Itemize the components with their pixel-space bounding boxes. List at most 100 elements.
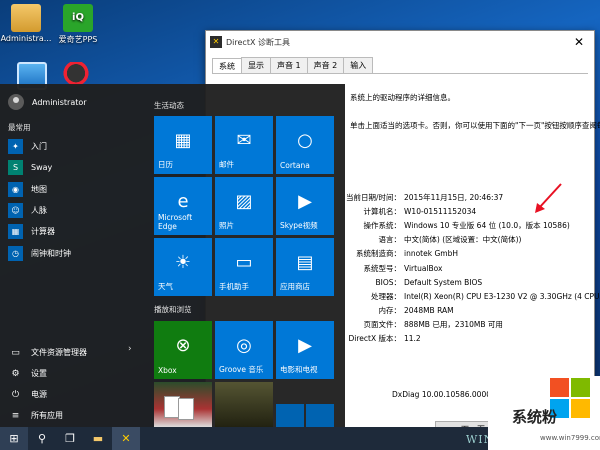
tile-store[interactable]: ▤ 应用商店 bbox=[276, 238, 334, 296]
tab-sound-2[interactable]: 声音 2 bbox=[306, 57, 345, 73]
alarm-icon: ◷ bbox=[8, 245, 23, 261]
photos-icon: ▨ bbox=[235, 191, 253, 212]
tab-system[interactable]: 系统 bbox=[212, 58, 242, 74]
user-name: Administrator bbox=[32, 97, 87, 107]
tile-skype-video[interactable]: ▶ Skype视频 bbox=[276, 177, 334, 235]
light-bulb-icon: ✦ bbox=[8, 139, 23, 155]
directx-taskbar-icon[interactable]: ✕ bbox=[112, 427, 140, 450]
app-item-alarms[interactable]: ◷ 闹钟和时钟 bbox=[8, 242, 71, 263]
dxdiag-tabs: 系统 显示 声音 1 声音 2 输入 bbox=[206, 57, 594, 74]
tile-photos[interactable]: ▨ 照片 bbox=[215, 177, 273, 235]
tab-input[interactable]: 输入 bbox=[343, 57, 374, 73]
mail-icon: ✉ bbox=[236, 130, 252, 151]
people-icon: ☺ bbox=[8, 203, 23, 219]
tile-small-2[interactable] bbox=[306, 404, 334, 427]
info-value: 888MB 已用，2310MB 可用 bbox=[404, 320, 503, 330]
tile-label: Microsoft Edge bbox=[158, 213, 193, 231]
sway-icon: S bbox=[8, 160, 23, 176]
intro-line-2: 单击上面适当的选项卡。否则，你可以使用下面的"下一页"按钮按顺序查阅每一页。 bbox=[350, 121, 600, 130]
tile-weather[interactable]: ☀ 天气 bbox=[154, 238, 212, 296]
app-label: 计算器 bbox=[31, 227, 55, 237]
bottom-label: 设置 bbox=[31, 369, 47, 378]
info-value: 中文(简体) (区域设置：中文(简体)) bbox=[404, 235, 522, 245]
app-item-maps[interactable]: ◉ 地图 bbox=[8, 179, 71, 200]
power-item[interactable]: ⏻ 电源 bbox=[8, 384, 87, 405]
tile-label: 照片 bbox=[219, 221, 234, 230]
tile-solitaire[interactable] bbox=[154, 382, 212, 427]
all-apps-item[interactable]: ≡ 所有应用 bbox=[8, 405, 87, 426]
directx-icon: ✕ bbox=[210, 36, 222, 48]
bottom-label: 所有应用 bbox=[31, 411, 63, 420]
annotation-arrow-icon bbox=[535, 183, 562, 213]
tile-xbox[interactable]: ⊗ Xbox bbox=[154, 321, 212, 379]
bottom-label: 文件资源管理器 bbox=[31, 348, 87, 357]
info-value: 2048MB RAM bbox=[404, 306, 454, 316]
tab-sound-1[interactable]: 声音 1 bbox=[270, 57, 308, 73]
info-value: Default System BIOS bbox=[404, 277, 483, 287]
tile-label: 天气 bbox=[158, 282, 173, 291]
brand-name: 系统粉 bbox=[512, 408, 558, 426]
power-icon: ⏻ bbox=[11, 389, 20, 400]
desktop-icon-label: 爱奇艺PPS bbox=[58, 35, 98, 44]
calculator-icon: ▦ bbox=[8, 224, 23, 240]
info-value: W10-01511152034 bbox=[404, 206, 477, 216]
most-used-list: ✦ 入门 S Sway ◉ 地图 ☺ 人脉 ▦ 计算器 ◷ 闹钟和时钟 bbox=[8, 136, 71, 264]
tile-label: 手机助手 bbox=[219, 282, 249, 291]
bottom-label: 电源 bbox=[31, 390, 47, 399]
app-item-calculator[interactable]: ▦ 计算器 bbox=[8, 221, 71, 242]
task-view-icon[interactable]: ❐ bbox=[56, 427, 84, 450]
life-group-heading: 生活动态 bbox=[154, 101, 184, 110]
desktop-icon-label: Administra... bbox=[0, 34, 52, 43]
tile-label: Skype视频 bbox=[280, 221, 318, 230]
desktop-icon-administrator[interactable]: Administra... bbox=[0, 4, 52, 43]
settings-item[interactable]: ⚙ 设置 bbox=[8, 363, 87, 384]
video-camera-icon: ▶ bbox=[298, 191, 312, 212]
app-label: 地图 bbox=[31, 184, 47, 194]
chevron-right-icon[interactable]: › bbox=[128, 344, 132, 354]
film-icon: ▶ bbox=[298, 335, 312, 356]
search-icon[interactable]: ⚲ bbox=[28, 427, 56, 450]
desktop-icon-iqiyi[interactable]: iQ 爱奇艺PPS bbox=[52, 4, 104, 45]
brand-watermark: 系统粉 www.win7999.com bbox=[488, 376, 600, 450]
folder-icon[interactable]: ▬ bbox=[84, 427, 112, 450]
user-account[interactable]: Administrator bbox=[8, 94, 87, 110]
tile-label: Groove 音乐 bbox=[219, 365, 264, 374]
app-label: Sway bbox=[31, 163, 53, 173]
app-item-people[interactable]: ☺ 人脉 bbox=[8, 200, 71, 221]
calendar-icon: ▦ bbox=[174, 130, 192, 151]
map-icon: ◉ bbox=[8, 181, 23, 197]
intro-line-1: 系统上的驱动程序的详细信息。 bbox=[350, 93, 455, 102]
info-value: Windows 10 专业版 64 位 (10.0，版本 10586) bbox=[404, 220, 570, 230]
dxdiag-intro: 系统上的驱动程序的详细信息。 单击上面适当的选项卡。否则，你可以使用下面的"下一… bbox=[350, 84, 600, 140]
tile-edge[interactable]: e Microsoft Edge bbox=[154, 177, 212, 235]
tile-groove-music[interactable]: ◎ Groove 音乐 bbox=[215, 321, 273, 379]
store-bag-icon: ▤ bbox=[296, 252, 314, 273]
app-item-sway[interactable]: S Sway bbox=[8, 157, 71, 178]
folder-icon: ▭ bbox=[11, 347, 20, 358]
tile-game[interactable] bbox=[215, 382, 273, 427]
tile-small-1[interactable] bbox=[276, 404, 304, 427]
tile-cortana[interactable]: ○ Cortana bbox=[276, 116, 334, 174]
file-explorer-item[interactable]: ▭ 文件资源管理器 bbox=[8, 342, 87, 363]
list-icon: ≡ bbox=[11, 410, 20, 421]
tile-calendar[interactable]: ▦ 日历 bbox=[154, 116, 212, 174]
dxdiag-titlebar[interactable]: ✕ DirectX 诊断工具 ✕ bbox=[206, 31, 594, 53]
tile-label: 日历 bbox=[158, 160, 173, 169]
info-value: innotek GmbH bbox=[404, 249, 458, 259]
app-item-get-started[interactable]: ✦ 入门 bbox=[8, 136, 71, 157]
iqiyi-icon: iQ bbox=[63, 4, 93, 32]
tile-mail[interactable]: ✉ 邮件 bbox=[215, 116, 273, 174]
user-folder-icon bbox=[11, 4, 41, 32]
tile-movies-tv[interactable]: ▶ 电影和电视 bbox=[276, 321, 334, 379]
most-used-heading: 最常用 bbox=[8, 123, 31, 132]
info-value: VirtualBox bbox=[404, 263, 443, 273]
tile-phone-companion[interactable]: ▭ 手机助手 bbox=[215, 238, 273, 296]
windows-start-icon[interactable]: ⊞ bbox=[0, 427, 28, 450]
play-group-heading: 播放和浏览 bbox=[154, 305, 192, 314]
tab-display[interactable]: 显示 bbox=[241, 57, 271, 73]
info-value: 2015年11月15日, 20:46:37 bbox=[404, 192, 504, 202]
tile-label: 电影和电视 bbox=[280, 365, 318, 374]
close-icon[interactable]: ✕ bbox=[564, 35, 594, 49]
brand-url: www.win7999.com bbox=[540, 434, 600, 442]
xbox-icon: ⊗ bbox=[175, 335, 191, 356]
